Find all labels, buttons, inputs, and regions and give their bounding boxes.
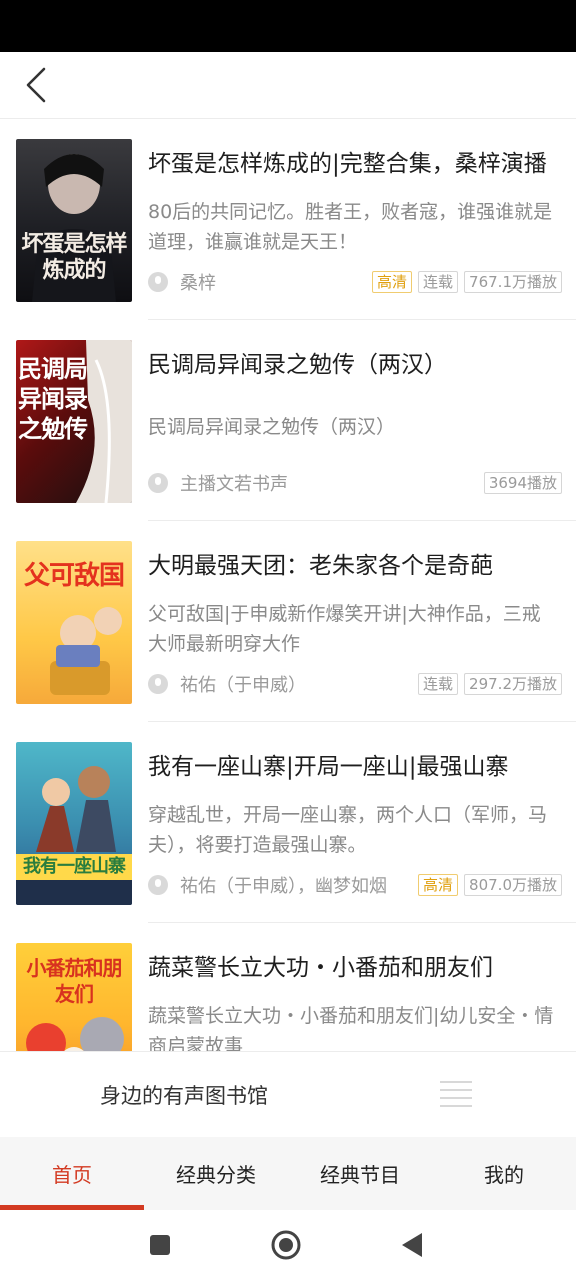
tab-categories[interactable]: 经典分类: [144, 1137, 288, 1210]
top-bar: [0, 52, 576, 119]
home-circle-icon[interactable]: [270, 1230, 302, 1260]
book-description: 父可敌国|于申威新作爆笑开讲|大神作品，三戒大师最新明穿大作: [148, 603, 541, 655]
back-triangle-icon[interactable]: [396, 1230, 428, 1260]
book-title: 大明最强天团：老朱家各个是奇葩: [148, 553, 493, 579]
book-author: 祐佑（于申威），幽梦如烟: [180, 876, 387, 897]
book-cover[interactable]: 民调局异闻录之勉传: [16, 340, 132, 503]
book-meta: 桑梓 高清 连载 767.1万播放: [148, 269, 562, 295]
book-description: 民调局异闻录之勉传（两汉）: [148, 416, 396, 438]
cover-title: 父可敌国: [23, 561, 125, 591]
book-cover[interactable]: 我有一座山寨: [16, 742, 132, 905]
author-icon: [148, 473, 168, 493]
cover-title: 小番茄和朋友们: [26, 956, 123, 1006]
book-meta: 祐佑（于申威），幽梦如烟 高清 807.0万播放: [148, 872, 562, 898]
square-icon[interactable]: [144, 1230, 176, 1260]
back-button[interactable]: [14, 62, 58, 108]
book-list: 坏蛋是怎样炼成的 坏蛋是怎样炼成的|完整合集，桑梓演播 80后的共同记忆。胜者王…: [0, 119, 576, 1051]
book-cover[interactable]: 父可敌国: [16, 541, 132, 704]
book-item[interactable]: 父可敌国 大明最强天团：老朱家各个是奇葩 父可敌国|于申威新作爆笑开讲|大神作品…: [0, 521, 576, 722]
player-title: 身边的有声图书馆: [100, 1084, 268, 1108]
book-title: 我有一座山寨|开局一座山|最强山寨: [148, 754, 509, 780]
playlist-icon[interactable]: [438, 1078, 474, 1112]
tab-home[interactable]: 首页: [0, 1137, 144, 1210]
book-item[interactable]: 我有一座山寨 我有一座山寨|开局一座山|最强山寨 穿越乱世，开局一座山寨，两个人…: [0, 722, 576, 923]
book-description: 蔬菜警长立大功・小番茄和朋友们|幼儿安全・情商启蒙故事: [148, 1005, 554, 1051]
book-item[interactable]: 民调局异闻录之勉传 民调局异闻录之勉传（两汉） 民调局异闻录之勉传（两汉） 主播…: [0, 320, 576, 521]
author-icon: [148, 272, 168, 292]
book-cover[interactable]: 小番茄和朋友们: [16, 943, 132, 1051]
book-meta: 祐佑（于申威） 连载 297.2万播放: [148, 671, 562, 697]
tab-mine[interactable]: 我的: [432, 1137, 576, 1210]
cover-title: 我有一座山寨: [23, 856, 126, 877]
book-meta: 主播文若书声 3694播放: [148, 470, 562, 496]
book-author: 桑梓: [180, 273, 216, 294]
chevron-left-icon: [26, 67, 46, 103]
player-bar[interactable]: 身边的有声图书馆: [0, 1051, 576, 1138]
book-description: 80后的共同记忆。胜者王，败者寇，谁强谁就是道理，谁赢谁就是天王！: [148, 201, 553, 253]
play-count-tag: 3694播放: [483, 472, 562, 494]
author-icon: [148, 674, 168, 694]
cover-title: 坏蛋是怎样炼成的: [21, 231, 127, 283]
book-author: 祐佑（于申威）: [180, 675, 306, 696]
book-title: 民调局异闻录之勉传（两汉）: [148, 352, 447, 378]
author-icon: [148, 875, 168, 895]
play-count-tag: 297.2万播放: [464, 673, 562, 695]
status-bar: [0, 0, 576, 52]
tab-programs[interactable]: 经典节目: [288, 1137, 432, 1210]
serial-tag: 连载: [418, 673, 459, 695]
book-item[interactable]: 小番茄和朋友们 蔬菜警长立大功・小番茄和朋友们 蔬菜警长立大功・小番茄和朋友们|…: [0, 923, 576, 1051]
book-cover[interactable]: 坏蛋是怎样炼成的: [16, 139, 132, 302]
play-count-tag: 807.0万播放: [464, 874, 562, 896]
book-title: 蔬菜警长立大功・小番茄和朋友们: [148, 955, 493, 981]
hd-tag: 高清: [372, 271, 413, 293]
system-navigation-bar: [0, 1210, 576, 1280]
book-author: 主播文若书声: [180, 474, 288, 495]
hd-tag: 高清: [418, 874, 459, 896]
book-title: 坏蛋是怎样炼成的|完整合集，桑梓演播: [148, 151, 547, 177]
bottom-tab-bar: 首页 经典分类 经典节目 我的: [0, 1137, 576, 1210]
book-item[interactable]: 坏蛋是怎样炼成的 坏蛋是怎样炼成的|完整合集，桑梓演播 80后的共同记忆。胜者王…: [0, 119, 576, 320]
book-description: 穿越乱世，开局一座山寨，两个人口（军师，马夫），将要打造最强山寨。: [148, 804, 548, 856]
serial-tag: 连载: [418, 271, 459, 293]
play-count-tag: 767.1万播放: [464, 271, 562, 293]
cover-title: 民调局异闻录之勉传: [18, 354, 88, 443]
